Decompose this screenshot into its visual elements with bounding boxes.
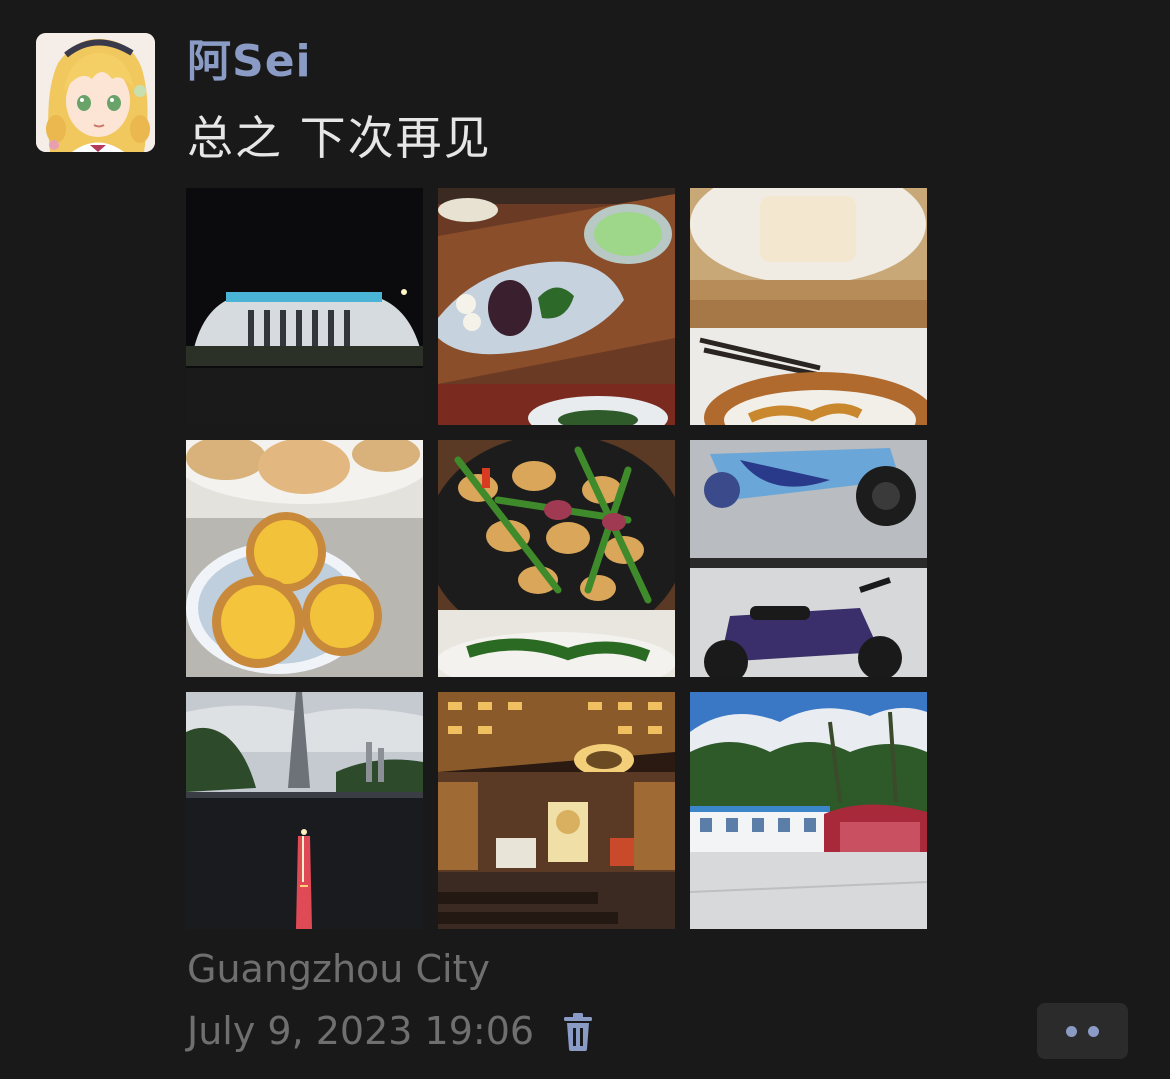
photo-grid xyxy=(186,188,927,929)
dessert-plate-photo[interactable] xyxy=(438,188,675,425)
delete-button[interactable] xyxy=(560,1012,596,1052)
username[interactable]: 阿Sei xyxy=(187,34,312,90)
post-text: 总之 下次再见 xyxy=(187,111,492,165)
canton-tower-photo[interactable] xyxy=(186,692,423,929)
prefab-buildings-photo[interactable] xyxy=(690,692,927,929)
temple-hall-photo[interactable] xyxy=(438,692,675,929)
scooters-photo[interactable] xyxy=(690,440,927,677)
post-timestamp: July 9, 2023 19:06 xyxy=(187,1009,535,1053)
egg-tarts-photo[interactable] xyxy=(186,440,423,677)
more-dots-icon xyxy=(1066,1026,1077,1037)
more-actions-button[interactable] xyxy=(1037,1003,1128,1059)
avatar[interactable] xyxy=(36,33,155,152)
trash-icon xyxy=(564,1013,592,1051)
dim-sum-steamer-photo[interactable] xyxy=(690,188,927,425)
location-label[interactable]: Guangzhou City xyxy=(187,945,490,993)
stadium-night-photo[interactable] xyxy=(186,188,423,425)
moments-post: 阿Sei 总之 下次再见 Guangzhou City July 9, 2023… xyxy=(0,0,1170,1079)
stir-fry-dish-photo[interactable] xyxy=(438,440,675,677)
more-dots-icon xyxy=(1088,1026,1099,1037)
